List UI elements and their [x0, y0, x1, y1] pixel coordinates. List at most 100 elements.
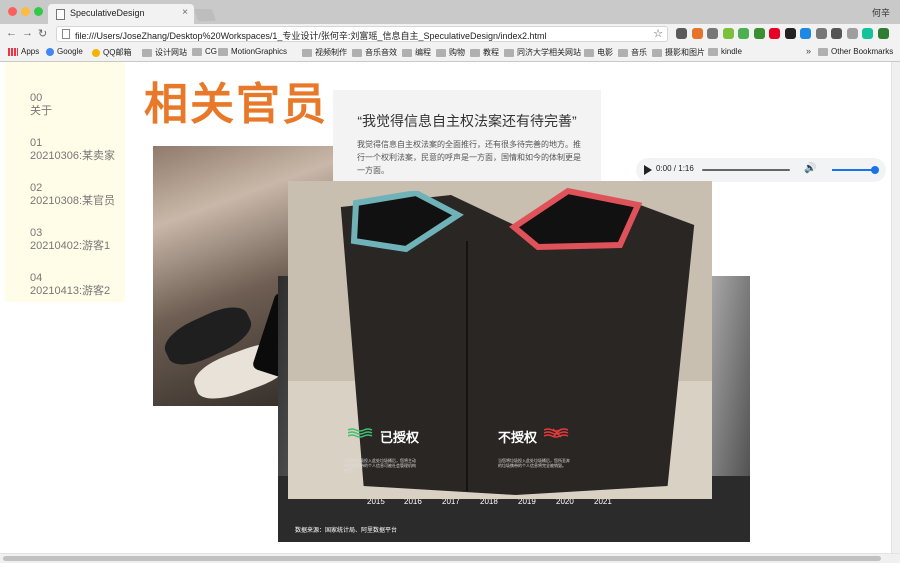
- green-shield-icon[interactable]: [738, 28, 749, 39]
- bookmark-label: 教程: [483, 48, 499, 57]
- horizontal-scrollbar[interactable]: [0, 553, 900, 563]
- unauthorized-description: 当您将垃圾投入此处垃圾桶后，您所丢弃的垃圾携带的个人信息将完全被销毁。: [498, 458, 570, 468]
- bookmark-item[interactable]: CG: [192, 47, 217, 56]
- volume-icon[interactable]: 🔊: [804, 163, 816, 174]
- folder-icon: [436, 48, 446, 57]
- wave-cross-icon: [544, 428, 569, 438]
- url-text[interactable]: file:///Users/JoseZhang/Desktop%20Worksp…: [75, 29, 547, 42]
- shield-icon[interactable]: [846, 28, 858, 39]
- bookmark-item[interactable]: 视频制作: [302, 47, 347, 58]
- audio-progress-slider[interactable]: [702, 169, 790, 171]
- qq-icon: [92, 48, 100, 57]
- dropper-icon[interactable]: [722, 28, 734, 39]
- horizontal-scroll-thumb[interactable]: [3, 556, 881, 561]
- sidebar-item-official[interactable]: 02 20210308:某官员: [30, 182, 115, 208]
- folder-icon: [470, 48, 480, 57]
- pocket-icon[interactable]: [831, 28, 842, 39]
- sidebar-item-label: 20210308:某官员: [30, 195, 115, 207]
- sidebar-item-visitor-1[interactable]: 03 20210402:游客1: [30, 227, 110, 253]
- folder-icon: [352, 48, 362, 57]
- vertical-scrollbar[interactable]: [891, 62, 900, 553]
- puzzle-icon[interactable]: [815, 28, 827, 39]
- trash-bins-photo: 已授权 不授权 当您将垃圾投入此处垃圾桶后，您将主动的垃圾所带的个人信息可被社会…: [288, 181, 712, 499]
- page-viewport: 00 关于 01 20210306:某卖家 02 20210308:某官员 03…: [0, 62, 891, 553]
- sidebar-item-label: 20210402:游客1: [30, 240, 111, 252]
- v-icon[interactable]: [800, 28, 811, 39]
- bookmark-item[interactable]: Apps: [8, 47, 39, 56]
- bookmark-item[interactable]: 摄影和图片: [652, 47, 705, 58]
- tab-title: SpeculativeDesign: [70, 8, 145, 18]
- bookmark-star-icon[interactable]: ☆: [653, 27, 663, 40]
- grammarly-icon[interactable]: [862, 28, 873, 39]
- other-bookmarks[interactable]: Other Bookmarks: [818, 47, 893, 56]
- bookmark-item[interactable]: QQ邮箱: [92, 47, 131, 58]
- more-bookmarks-icon[interactable]: »: [806, 46, 811, 56]
- bookmark-label: 音乐音效: [365, 48, 397, 57]
- sidebar-item-visitor-2[interactable]: 04 20210413:游客2: [30, 272, 110, 298]
- bookmark-item[interactable]: 电影: [584, 47, 613, 58]
- audio-player: 0:00 / 1:16 🔊: [636, 158, 886, 182]
- volume-slider-knob[interactable]: [871, 166, 879, 174]
- bookmarks-bar: Apps Google QQ邮箱 设计网站 CG MotionGraphics 视频制作 音乐…: [0, 44, 900, 62]
- minimize-window-button[interactable]: [21, 7, 30, 16]
- fox-icon[interactable]: [691, 28, 703, 39]
- forward-icon[interactable]: →: [22, 27, 33, 39]
- quote-body: 我觉得信息自主权法案的全面推行，还有很多待完善的地方。推行一个权利法案，民意的呼…: [357, 140, 581, 175]
- audio-time: 0:00 / 1:16: [656, 164, 694, 173]
- bookmark-label: 设计网站: [155, 48, 187, 57]
- folder-icon: [192, 47, 202, 56]
- authorized-label: 已授权: [380, 430, 420, 445]
- sidebar-item-label: 关于: [30, 105, 52, 117]
- bookmark-item[interactable]: 购物: [436, 47, 465, 58]
- tab-speculative-design[interactable]: SpeculativeDesign ×: [48, 4, 194, 24]
- reload-icon[interactable]: ↻: [38, 27, 47, 40]
- evernote-icon[interactable]: [676, 28, 687, 39]
- address-bar[interactable]: file:///Users/JoseZhang/Desktop%20Worksp…: [56, 26, 668, 42]
- quote-card: “我觉得信息自主权法案还有待完善” 我觉得信息自主权法案的全面推行，还有很多待完…: [333, 90, 601, 190]
- bookmark-label: MotionGraphics: [231, 47, 288, 56]
- folder-icon: [402, 48, 412, 57]
- bookmark-item[interactable]: 音乐: [618, 47, 647, 58]
- bookmark-item[interactable]: 教程: [470, 47, 499, 58]
- pinterest-icon[interactable]: [769, 28, 780, 39]
- download-icon[interactable]: [753, 28, 765, 39]
- bookmark-label: QQ邮箱: [103, 48, 132, 57]
- bookmark-item[interactable]: 同济大学相关网站: [504, 47, 581, 58]
- sidebar-item-number: 01: [30, 137, 43, 149]
- sidebar-item-about[interactable]: 00 关于: [30, 92, 52, 118]
- bookmark-item[interactable]: kindle: [708, 47, 742, 56]
- new-tab-button[interactable]: [193, 9, 217, 21]
- other-bookmarks-label: Other Bookmarks: [831, 47, 894, 56]
- bookmark-item[interactable]: 设计网站: [142, 47, 187, 58]
- profile-name[interactable]: 何辛: [872, 6, 890, 19]
- bookmark-label: 编程: [415, 48, 431, 57]
- page-icon: [56, 9, 65, 20]
- volume-slider[interactable]: [832, 169, 874, 171]
- bookmark-item[interactable]: MotionGraphics: [218, 47, 287, 56]
- circle-green-icon[interactable]: [877, 28, 889, 39]
- bookmark-label: 摄影和图片: [665, 48, 705, 57]
- folder-icon: [618, 48, 628, 57]
- google-icon: [46, 47, 54, 56]
- wave-icon: [348, 428, 373, 438]
- sidebar-item-seller[interactable]: 01 20210306:某卖家: [30, 137, 115, 163]
- bookmark-label: Google: [57, 47, 83, 56]
- close-window-button[interactable]: [8, 7, 17, 16]
- bin-opening-right: [508, 187, 643, 251]
- formula-icon[interactable]: [707, 28, 718, 39]
- maximize-window-button[interactable]: [34, 7, 43, 16]
- folder-icon: [584, 48, 594, 57]
- unauthorized-label: 不授权: [498, 430, 538, 445]
- browser-toolbar: ← → ↻ file:///Users/JoseZhang/Desktop%20…: [0, 24, 900, 44]
- dot-icon[interactable]: [784, 28, 796, 39]
- sidebar-item-label: 20210306:某卖家: [30, 150, 115, 162]
- bookmark-label: 购物: [449, 48, 465, 57]
- back-icon[interactable]: ←: [6, 27, 17, 39]
- tab-close-icon[interactable]: ×: [182, 7, 188, 18]
- bookmark-item[interactable]: Google: [46, 47, 83, 56]
- bookmark-item[interactable]: 音乐音效: [352, 47, 397, 58]
- bin-divider: [466, 241, 468, 491]
- folder-icon: [818, 47, 828, 56]
- bookmark-item[interactable]: 编程: [402, 47, 431, 58]
- play-icon[interactable]: [644, 165, 652, 175]
